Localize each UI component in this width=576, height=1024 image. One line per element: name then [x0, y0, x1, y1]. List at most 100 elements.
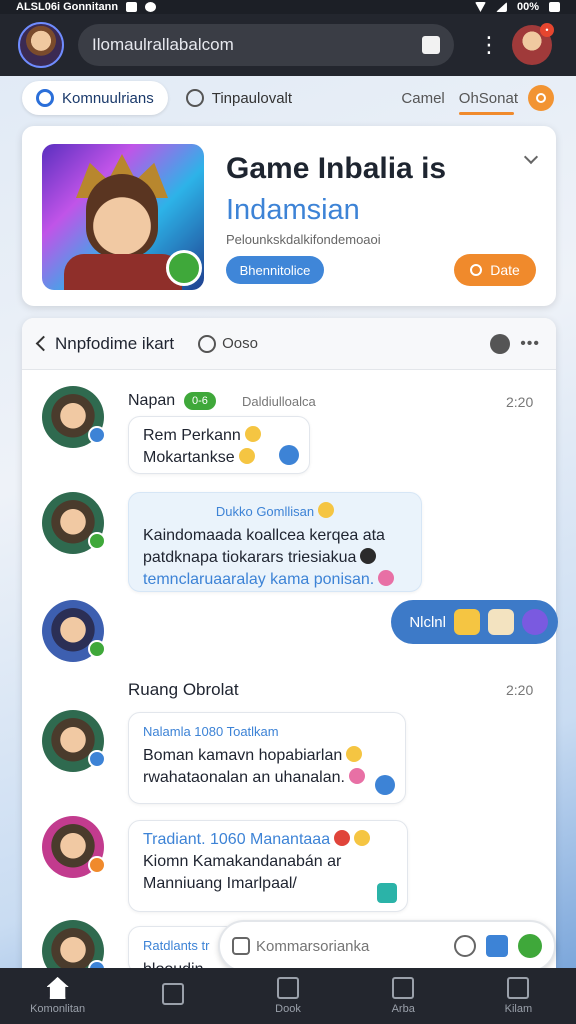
url-bar[interactable]: Ilomaulrallabalcom: [78, 24, 454, 66]
tab-ohsonat[interactable]: OhSonat: [458, 90, 518, 115]
url-text: Ilomaulrallabalcom: [92, 35, 234, 54]
game-primary-button[interactable]: Bhennitolice: [226, 256, 324, 284]
sticker-icon: [522, 609, 548, 635]
message-line: temnclaruaaralay kama ponisan.: [143, 571, 375, 588]
section-label: Ruang Obrolat: [128, 680, 239, 699]
sender-avatar[interactable]: [42, 492, 106, 554]
checkbox-icon[interactable]: [486, 935, 508, 957]
community-icon: [36, 89, 54, 107]
chat-title: Nnpfodime ikart: [55, 333, 175, 353]
message-bubble[interactable]: Tradiant. 1060 Manantaaa Kiomn Kamakanda…: [128, 820, 408, 912]
game-date-label: Date: [490, 262, 520, 278]
signal-icon: [495, 2, 507, 12]
filter-chip-label: Tinpaulovalt: [211, 89, 293, 107]
message-line: Rem Perkann: [143, 427, 241, 444]
sender-avatar[interactable]: [42, 386, 106, 448]
nav-label: Dook: [275, 1003, 301, 1015]
play-store-icon: [166, 250, 202, 286]
sender-tag: 0-6: [184, 392, 216, 410]
nav-label: Komonlitan: [30, 1003, 86, 1015]
outgoing-text: Nlclnl: [409, 613, 446, 631]
game-title: Game Inbalia is: [226, 152, 447, 185]
back-chevron-icon[interactable]: [35, 335, 52, 352]
sender-name: Napan: [128, 392, 176, 409]
message-line: Mokartankse: [143, 449, 235, 466]
nav-item-store[interactable]: [115, 968, 230, 1024]
sender-subtitle: Daldiulloalca: [242, 394, 316, 409]
emoji-icon: [354, 830, 371, 846]
tab-camel[interactable]: Camel: [401, 90, 444, 107]
message-bubble[interactable]: Dukko Gomllisan Kaindomaada koallcea ker…: [128, 492, 422, 592]
read-check-icon: [375, 775, 395, 795]
message-input[interactable]: [256, 937, 436, 955]
filter-chip-tinpaulovalt[interactable]: Tinpaulovalt: [185, 89, 293, 107]
check-box-icon: [392, 977, 415, 999]
battery-icon: [549, 2, 560, 12]
sticker-icon: [454, 609, 480, 635]
message-line: Manniuang Imarlpaal/: [143, 875, 297, 892]
sender-avatar[interactable]: [42, 600, 106, 662]
emoji-picker-icon[interactable]: [454, 935, 476, 957]
message-header: Nalamla 1080 Toatlkam: [143, 724, 279, 739]
message-bubble[interactable]: Rem Perkann Mokartankse: [128, 416, 310, 474]
more-horizontal-icon[interactable]: •••: [520, 335, 540, 353]
account-avatar[interactable]: •: [512, 23, 554, 65]
share-icon: [377, 883, 397, 903]
game-subtitle: Indamsian: [226, 194, 360, 226]
emoji-icon: [244, 426, 261, 442]
store-icon: [161, 983, 184, 1005]
message-line: Boman kamavn hopabiarlan: [143, 747, 343, 764]
filter-chip-label: Komnuulrians: [62, 89, 154, 107]
emoji-icon: [346, 746, 363, 762]
home-icon: [46, 977, 69, 999]
message-composer: [218, 920, 556, 972]
emoji-icon: [348, 768, 365, 784]
filter-chip-komnuulrians[interactable]: Komnuulrians: [22, 81, 168, 115]
outgoing-message[interactable]: Nlclnl: [391, 600, 558, 644]
message-header: Tradiant. 1060 Manantaaa: [143, 831, 331, 848]
send-icon[interactable]: [518, 934, 542, 958]
message-header: Dukko Gomllisan: [215, 504, 315, 519]
profile-avatar[interactable]: [18, 22, 64, 68]
nav-item-arba[interactable]: Arba: [346, 968, 461, 1024]
game-date-button[interactable]: Date: [454, 254, 536, 286]
wifi-icon: [474, 2, 486, 12]
emoji-icon: [360, 548, 377, 564]
message-line: rwahataonalan an uhanalan.: [143, 769, 345, 786]
timer-icon[interactable]: [528, 85, 554, 111]
circle-icon: [185, 89, 204, 107]
message-line: patdknapa tiokarars triesiakua: [143, 549, 357, 566]
tabs-icon[interactable]: [422, 36, 440, 54]
chat-secondary-tab[interactable]: Ooso: [222, 335, 258, 352]
message-header: Ratdlants tr: [143, 938, 210, 953]
sender-avatar[interactable]: [42, 816, 106, 878]
nav-item-home[interactable]: Komonlitan: [0, 968, 115, 1024]
info-icon[interactable]: [490, 333, 511, 354]
status-bar: ALSL06i Gonnitann 00%: [0, 0, 576, 14]
notification-badge-icon: •: [540, 23, 554, 37]
edit-icon: [277, 977, 299, 999]
nav-item-kilam[interactable]: Kilam: [461, 968, 576, 1024]
message-time: 2:20: [506, 682, 534, 698]
camera-icon[interactable]: [232, 937, 250, 955]
game-card[interactable]: Game Inbalia is Indamsian Pelounkskdalki…: [22, 126, 556, 306]
chevron-down-icon[interactable]: [523, 149, 539, 165]
nav-label: Arba: [391, 1003, 415, 1015]
settings-icon: [145, 2, 157, 12]
sender-avatar[interactable]: [42, 710, 106, 772]
minus-box-icon: [507, 977, 530, 999]
status-text: ALSL06i Gonnitann: [16, 1, 119, 13]
clock-icon: [470, 264, 483, 276]
sticker-icon: [488, 609, 514, 635]
emoji-icon: [334, 830, 351, 846]
nav-item-dook[interactable]: Dook: [230, 968, 345, 1024]
chat-header: Nnpfodime ikart Ooso •••: [22, 318, 556, 370]
message-bubble[interactable]: Nalamla 1080 Toatlkam Boman kamavn hopab…: [128, 712, 406, 804]
circle-icon: [198, 334, 217, 353]
game-cover-image: [42, 144, 204, 290]
message-time: 2:20: [506, 394, 534, 410]
message-line: Kiomn Kamakandanabán ar: [143, 853, 342, 870]
more-menu-icon[interactable]: ⋮: [478, 34, 500, 56]
notification-icon: [126, 2, 138, 12]
nav-label: Kilam: [504, 1003, 533, 1015]
